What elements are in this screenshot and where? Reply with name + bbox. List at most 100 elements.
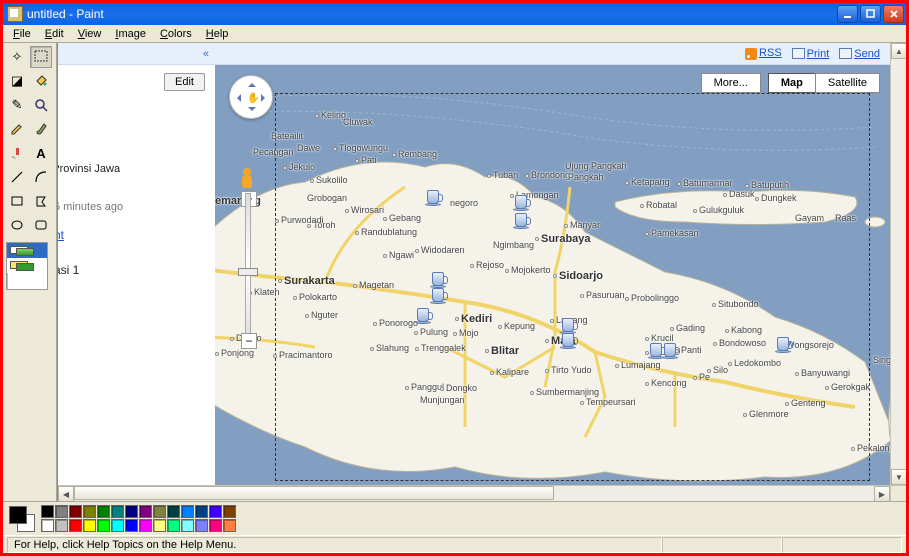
tool-polygon[interactable] (30, 190, 52, 212)
vertical-scrollbar[interactable]: ▲ ▼ (890, 43, 906, 485)
scroll-up-button[interactable]: ▲ (891, 43, 906, 59)
color-swatch[interactable] (181, 505, 194, 518)
scroll-left-button[interactable]: ◀ (58, 486, 74, 501)
color-swatch[interactable] (139, 519, 152, 532)
city-gerokgak: Gerokgak (825, 382, 870, 392)
pan-down-icon[interactable] (248, 107, 256, 115)
color-swatch[interactable] (209, 519, 222, 532)
color-swatch[interactable] (223, 519, 236, 532)
pan-center-icon[interactable]: ✋ (247, 93, 259, 104)
map-more-button[interactable]: More... (701, 73, 761, 93)
scroll-down-button[interactable]: ▼ (891, 469, 906, 485)
menu-help[interactable]: Help (200, 27, 235, 41)
scrollbar-corner (890, 485, 906, 501)
color-swatch[interactable] (223, 505, 236, 518)
tool-brush[interactable] (30, 118, 52, 140)
sidebar-link[interactable]: nt (57, 228, 64, 242)
tool-options[interactable] (6, 242, 48, 290)
collapse-icon[interactable]: « (203, 48, 209, 60)
city-ponjong: Ponjong (215, 348, 254, 358)
map-marker-icon[interactable] (775, 337, 793, 359)
color-swatch[interactable] (167, 519, 180, 532)
send-link[interactable]: Send (854, 48, 880, 60)
color-swatch[interactable] (153, 519, 166, 532)
maximize-button[interactable] (860, 5, 881, 23)
tool-magnifier[interactable] (30, 94, 52, 116)
tool-rounded-rect[interactable] (30, 214, 52, 236)
color-swatch[interactable] (195, 505, 208, 518)
map-marker-icon[interactable] (430, 288, 448, 310)
zoom-out-button[interactable]: − (241, 333, 257, 349)
tool-rect-select[interactable] (30, 46, 52, 68)
map-marker-icon[interactable] (662, 343, 680, 365)
print-link[interactable]: Print (807, 48, 830, 60)
tool-ellipse[interactable] (6, 214, 28, 236)
foreground-color-swatch[interactable] (9, 506, 27, 524)
map-sea[interactable]: Keling Cluwak Bateailit Dawe Pecangan Tl… (215, 65, 890, 485)
map-marker-icon[interactable] (415, 308, 433, 330)
map-marker-icon[interactable] (513, 213, 531, 235)
map-marker-icon[interactable] (425, 190, 443, 212)
color-swatch[interactable] (139, 505, 152, 518)
paint-app-icon (7, 6, 23, 22)
color-swatch[interactable] (111, 505, 124, 518)
close-button[interactable] (883, 5, 904, 23)
color-swatch[interactable] (181, 519, 194, 532)
horizontal-scrollbar[interactable]: ◀ ▶ (58, 485, 890, 501)
color-swatch[interactable] (125, 519, 138, 532)
color-swatch[interactable] (125, 505, 138, 518)
edit-button[interactable]: Edit (164, 73, 205, 91)
color-swatch[interactable] (41, 519, 54, 532)
document[interactable]: « Edit n pinjam di Provinsi Jawa 5 minut… (58, 43, 890, 485)
tool-airbrush[interactable] (6, 142, 28, 164)
tool-line[interactable] (6, 166, 28, 188)
city-slahung: Slahung (370, 343, 409, 353)
city-kepung: Kepung (498, 321, 535, 331)
sidebar-panel: « Edit n pinjam di Provinsi Jawa 5 minut… (58, 43, 215, 485)
tool-eraser[interactable]: ◪ (6, 70, 28, 92)
tool-rectangle[interactable] (6, 190, 28, 212)
minimize-button[interactable] (837, 5, 858, 23)
color-swatch[interactable] (97, 505, 110, 518)
tool-freeform-select[interactable]: ✧ (6, 46, 28, 68)
color-swatch[interactable] (55, 519, 68, 532)
color-swatch[interactable] (69, 505, 82, 518)
rss-link[interactable]: RSS (759, 47, 782, 59)
pan-right-icon[interactable] (261, 94, 269, 102)
menu-edit[interactable]: Edit (39, 27, 70, 41)
tool-fill[interactable] (30, 70, 52, 92)
map-map-button[interactable]: Map (768, 73, 816, 93)
color-swatch[interactable] (195, 519, 208, 532)
map-satellite-button[interactable]: Satellite (815, 73, 880, 93)
color-swatch[interactable] (97, 519, 110, 532)
menu-file[interactable]: File (7, 27, 37, 41)
pegman-icon[interactable] (239, 168, 255, 190)
pan-left-icon[interactable] (233, 94, 241, 102)
menu-view[interactable]: View (72, 27, 108, 41)
tool-text[interactable]: A (30, 142, 52, 164)
color-swatch[interactable] (153, 505, 166, 518)
color-swatch[interactable] (69, 519, 82, 532)
pan-control[interactable]: ✋ (229, 75, 273, 119)
color-swatch[interactable] (55, 505, 68, 518)
city-gulukguluk: Gulukguluk (693, 205, 744, 215)
scroll-right-button[interactable]: ▶ (874, 486, 890, 501)
city-dungkek: Dungkek (755, 193, 797, 203)
tool-eyedropper[interactable]: ✎ (6, 94, 28, 116)
color-swatch[interactable] (209, 505, 222, 518)
color-swatch[interactable] (167, 505, 180, 518)
mail-icon (839, 48, 852, 59)
color-swatch[interactable] (41, 505, 54, 518)
menu-image[interactable]: Image (109, 27, 152, 41)
tool-curve[interactable] (30, 166, 52, 188)
color-swatch[interactable] (83, 519, 96, 532)
pan-up-icon[interactable] (248, 79, 256, 87)
city-tempeursari: Tempeursari (580, 397, 636, 407)
menu-colors[interactable]: Colors (154, 27, 198, 41)
zoom-slider-thumb[interactable] (238, 268, 258, 276)
tool-pencil[interactable] (6, 118, 28, 140)
color-swatch[interactable] (111, 519, 124, 532)
color-swatch[interactable] (83, 505, 96, 518)
color-fg-bg[interactable] (7, 504, 37, 534)
map-marker-icon[interactable] (560, 333, 578, 355)
